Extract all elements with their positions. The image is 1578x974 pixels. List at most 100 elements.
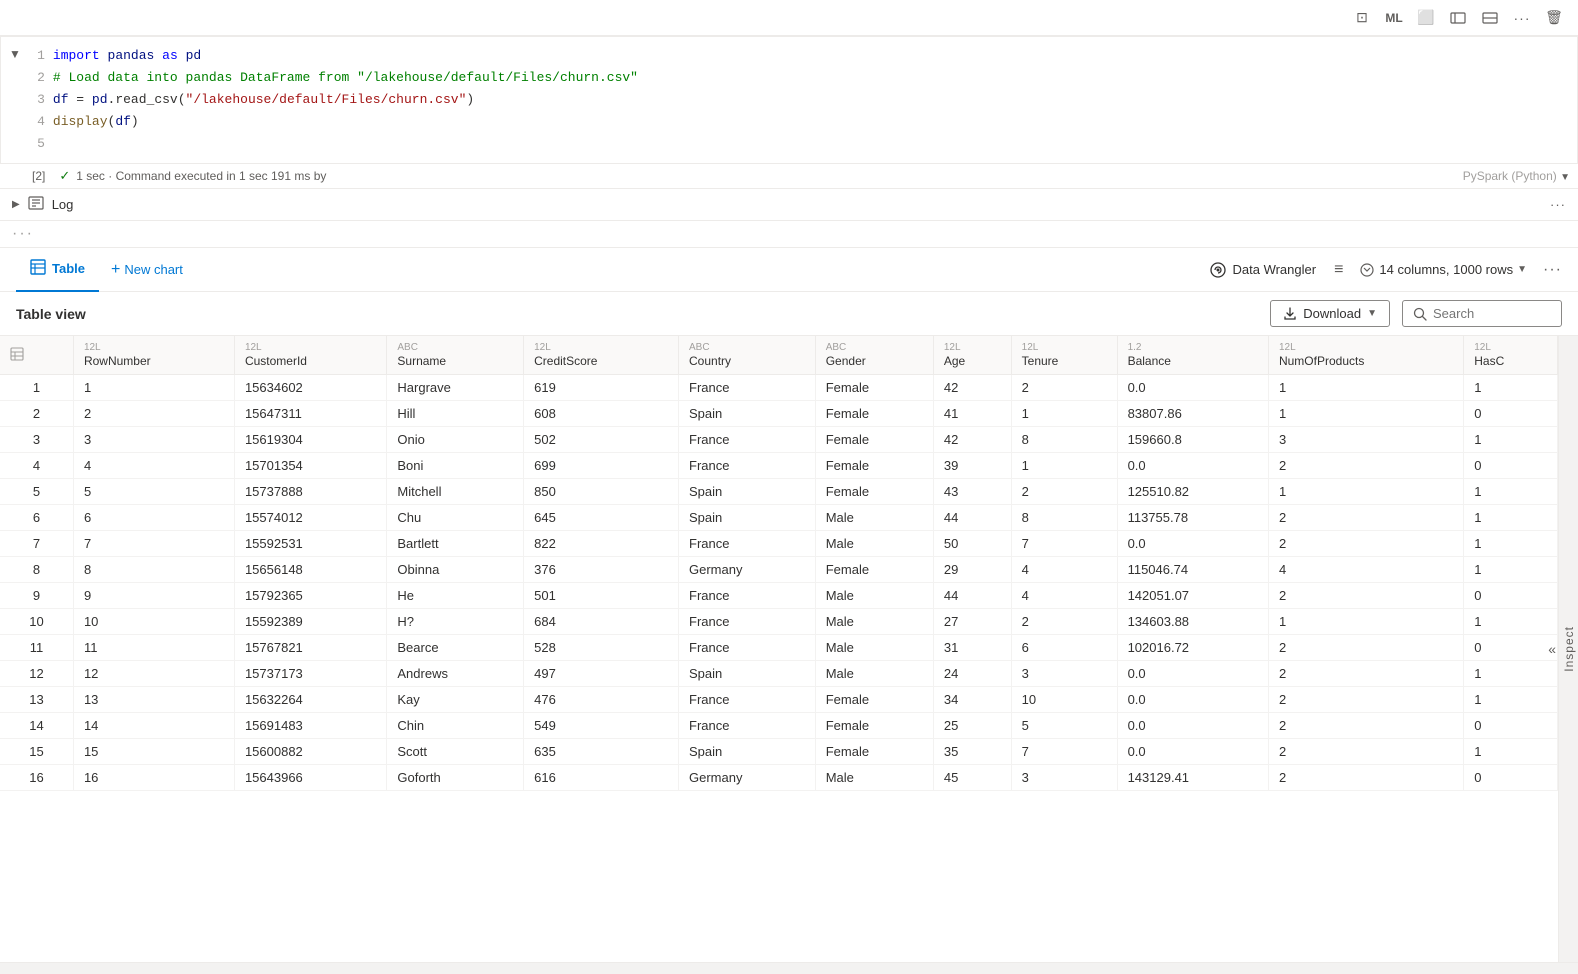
collapse-arrow[interactable]: « xyxy=(1548,641,1556,657)
toolbar-icon-delete[interactable]: 🗑 xyxy=(1542,6,1566,30)
output-panel: Table + New chart Data Wrangler ≡ 14 col… xyxy=(0,247,1578,974)
table-cell: Female xyxy=(815,453,933,479)
table-cell: 15619304 xyxy=(234,427,386,453)
table-cell: 15632264 xyxy=(234,687,386,713)
table-cell: 14 xyxy=(73,713,234,739)
filter-icon[interactable]: ≡ xyxy=(1334,261,1343,279)
th-customerid: 12LCustomerId xyxy=(234,336,386,375)
table-cell: 15592389 xyxy=(234,609,386,635)
table-cell: 2 xyxy=(1268,713,1463,739)
table-cell: 645 xyxy=(524,505,679,531)
th-surname: ABCSurname xyxy=(387,336,524,375)
table-cell: 25 xyxy=(933,713,1011,739)
toolbar-icon-1[interactable]: ⊡ xyxy=(1350,6,1374,30)
columns-settings-button[interactable]: 14 columns, 1000 rows ▼ xyxy=(1351,258,1535,282)
table-cell: 376 xyxy=(524,557,679,583)
table-cell: 35 xyxy=(933,739,1011,765)
table-cell: 2 xyxy=(1268,765,1463,791)
new-chart-label: New chart xyxy=(124,262,183,277)
table-cell: 39 xyxy=(933,453,1011,479)
table-cell: 0.0 xyxy=(1117,713,1268,739)
log-label: Log xyxy=(52,197,74,212)
data-wrangler-button[interactable]: Data Wrangler xyxy=(1199,257,1327,283)
table-cell: 83807.86 xyxy=(1117,401,1268,427)
table-cell: 7 xyxy=(1011,531,1117,557)
table-cell: 1 xyxy=(1268,375,1463,401)
plus-icon: + xyxy=(111,261,120,279)
download-chevron-icon: ▼ xyxy=(1367,308,1377,319)
row-index-cell: 7 xyxy=(0,531,73,557)
tab-new-chart[interactable]: + New chart xyxy=(99,248,195,292)
line-num-1: 1 xyxy=(29,45,45,67)
table-cell: 2 xyxy=(1268,739,1463,765)
table-cell: 0 xyxy=(1464,765,1558,791)
table-cell: 7 xyxy=(73,531,234,557)
table-cell: 1 xyxy=(73,375,234,401)
table-cell: 50 xyxy=(933,531,1011,557)
tab-more-icon[interactable]: ··· xyxy=(1543,261,1562,279)
search-input[interactable] xyxy=(1433,306,1543,321)
row-index-cell: 16 xyxy=(0,765,73,791)
table-cell: 1 xyxy=(1464,427,1558,453)
data-table: 12LRowNumber 12LCustomerId ABCSurname 12… xyxy=(0,336,1558,791)
table-cell: 0.0 xyxy=(1117,375,1268,401)
table-cell: 684 xyxy=(524,609,679,635)
table-cell: 0.0 xyxy=(1117,739,1268,765)
data-table-wrapper[interactable]: 12LRowNumber 12LCustomerId ABCSurname 12… xyxy=(0,336,1578,962)
table-cell: Male xyxy=(815,765,933,791)
toolbar-icon-5[interactable] xyxy=(1478,6,1502,30)
table-cell: 15600882 xyxy=(234,739,386,765)
table-cell: 15 xyxy=(73,739,234,765)
cell-collapse[interactable]: ▼ xyxy=(9,45,21,61)
table-cell: France xyxy=(679,609,816,635)
table-cell: He xyxy=(387,583,524,609)
download-button[interactable]: Download ▼ xyxy=(1270,300,1390,327)
table-cell: Boni xyxy=(387,453,524,479)
toolbar-icon-more[interactable]: ··· xyxy=(1510,6,1534,30)
th-row-num xyxy=(0,336,73,375)
table-cell: 2 xyxy=(73,401,234,427)
table-cell: 31 xyxy=(933,635,1011,661)
table-row: 8815656148Obinna376GermanyFemale29411504… xyxy=(0,557,1558,583)
tab-table[interactable]: Table xyxy=(16,248,99,292)
table-cell: 11 xyxy=(73,635,234,661)
data-wrangler-label: Data Wrangler xyxy=(1233,262,1317,277)
row-index-cell: 11 xyxy=(0,635,73,661)
table-cell: Spain xyxy=(679,401,816,427)
line-num-2: 2 xyxy=(29,67,45,89)
table-cell: Spain xyxy=(679,739,816,765)
log-expand-icon[interactable]: ▶ xyxy=(12,199,20,210)
table-row: 111115767821Bearce528FranceMale316102016… xyxy=(0,635,1558,661)
table-cell: 27 xyxy=(933,609,1011,635)
log-more-icon[interactable]: ··· xyxy=(1550,197,1566,212)
table-cell: 502 xyxy=(524,427,679,453)
table-view-title: Table view xyxy=(16,306,1258,322)
table-cell: Spain xyxy=(679,479,816,505)
spark-label[interactable]: PySpark (Python) ▼ xyxy=(1463,169,1570,183)
inspect-sidebar[interactable]: Inspect xyxy=(1558,336,1578,962)
table-cell: 24 xyxy=(933,661,1011,687)
table-cell: 10 xyxy=(1011,687,1117,713)
columns-count-label: 14 columns, 1000 rows xyxy=(1379,262,1513,277)
toolbar-icon-4[interactable] xyxy=(1446,6,1470,30)
table-row: 141415691483Chin549FranceFemale2550.020 xyxy=(0,713,1558,739)
table-cell: 0 xyxy=(1464,713,1558,739)
search-box[interactable] xyxy=(1402,300,1562,327)
bottom-scrollbar[interactable] xyxy=(0,962,1578,974)
table-cell: 6 xyxy=(73,505,234,531)
table-cell: Female xyxy=(815,739,933,765)
th-age: 12LAge xyxy=(933,336,1011,375)
table-cell: 44 xyxy=(933,583,1011,609)
code-content: 1 import pandas as pd 2 # Load data into… xyxy=(29,41,1569,159)
toolbar-icon-ml[interactable]: ML xyxy=(1382,6,1406,30)
table-cell: 15737888 xyxy=(234,479,386,505)
th-rownumber: 12LRowNumber xyxy=(73,336,234,375)
line-num-4: 4 xyxy=(29,111,45,133)
toolbar-icon-3[interactable]: ⬜ xyxy=(1414,6,1438,30)
table-cell: 29 xyxy=(933,557,1011,583)
table-cell: 501 xyxy=(524,583,679,609)
table-cell: Chin xyxy=(387,713,524,739)
table-cell: Bartlett xyxy=(387,531,524,557)
table-cell: Female xyxy=(815,557,933,583)
table-cell: Chu xyxy=(387,505,524,531)
